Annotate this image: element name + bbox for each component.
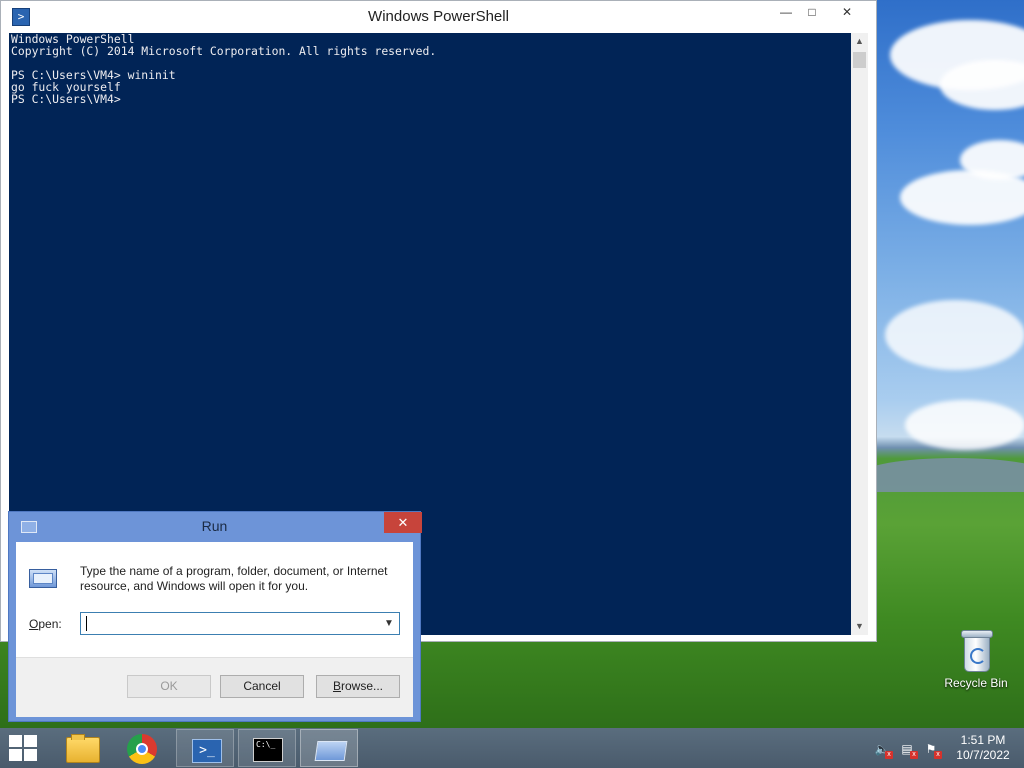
minimize-button[interactable]: — xyxy=(773,2,799,22)
ok-button[interactable]: OK xyxy=(127,675,211,698)
scroll-down-arrow-icon[interactable]: ▼ xyxy=(851,618,868,635)
taskbar: >_ C:\_ xyxy=(0,728,1024,768)
run-dialog-title: Run xyxy=(201,518,228,534)
taskbar-run[interactable] xyxy=(300,729,358,767)
close-button[interactable]: ✕ xyxy=(825,2,869,22)
open-combobox[interactable]: ▼ xyxy=(80,612,400,635)
run-description: Type the name of a program, folder, docu… xyxy=(80,564,388,593)
taskbar-cmd[interactable]: C:\_ xyxy=(238,729,296,767)
run-program-icon xyxy=(29,569,57,589)
system-clock[interactable]: 1:51 PM 10/7/2022 xyxy=(948,733,1018,763)
network-disconnected-icon[interactable]: ▤ x xyxy=(899,741,918,759)
taskbar-file-explorer[interactable] xyxy=(52,729,110,767)
cmd-icon: C:\_ xyxy=(253,738,283,762)
cloud xyxy=(885,300,1024,370)
powershell-icon: >_ xyxy=(192,739,222,763)
taskbar-chrome[interactable] xyxy=(114,729,172,767)
distant-hill xyxy=(860,458,1024,492)
scroll-thumb[interactable] xyxy=(853,52,866,68)
clock-time: 1:51 PM xyxy=(960,733,1006,747)
maximize-button[interactable]: □ xyxy=(799,2,825,22)
cancel-button[interactable]: Cancel xyxy=(220,675,304,698)
run-dialog[interactable]: Run ✕ Type the name of a program, folder… xyxy=(8,511,422,722)
start-button[interactable] xyxy=(9,735,39,761)
open-input[interactable] xyxy=(84,615,378,633)
run-button-bar: OK Cancel Browse... xyxy=(16,657,413,717)
text-caret xyxy=(86,616,87,631)
vertical-scrollbar[interactable]: ▲ ▼ xyxy=(851,33,868,635)
close-icon: ✕ xyxy=(397,515,409,530)
cloud xyxy=(905,400,1024,450)
run-close-button[interactable]: ✕ xyxy=(384,512,422,533)
powershell-titlebar[interactable]: > Windows PowerShell — □ ✕ xyxy=(1,1,876,33)
window-title: Windows PowerShell xyxy=(368,8,509,25)
file-explorer-icon xyxy=(66,734,100,763)
console-line: go fuck yourself xyxy=(11,80,121,94)
console-line: PS C:\Users\VM4> wininit xyxy=(11,68,176,82)
chevron-down-icon[interactable]: ▼ xyxy=(382,616,396,631)
recycle-bin-label: Recycle Bin xyxy=(944,676,1008,690)
browse-button[interactable]: Browse... xyxy=(316,675,400,698)
console-prompt: PS C:\Users\VM4> xyxy=(11,92,121,106)
close-icon: ✕ xyxy=(841,5,853,19)
action-center-flag-icon[interactable]: ⚑ x xyxy=(923,741,942,759)
run-icon xyxy=(314,741,348,761)
recycle-bin-icon xyxy=(959,628,993,672)
scroll-up-arrow-icon[interactable]: ▲ xyxy=(851,33,868,50)
chrome-icon xyxy=(127,734,157,764)
open-label: Open: xyxy=(29,617,62,631)
recycle-bin[interactable]: Recycle Bin xyxy=(938,628,1014,690)
maximize-icon: □ xyxy=(808,5,816,19)
minimize-icon: — xyxy=(780,5,792,19)
run-dialog-body: Type the name of a program, folder, docu… xyxy=(16,542,413,717)
clock-date: 10/7/2022 xyxy=(956,748,1010,762)
console-line: Copyright (C) 2014 Microsoft Corporation… xyxy=(11,44,437,58)
speaker-muted-icon[interactable]: 🔈 x xyxy=(874,741,893,759)
taskbar-powershell[interactable]: >_ xyxy=(176,729,234,767)
windows-logo-icon xyxy=(9,735,22,747)
